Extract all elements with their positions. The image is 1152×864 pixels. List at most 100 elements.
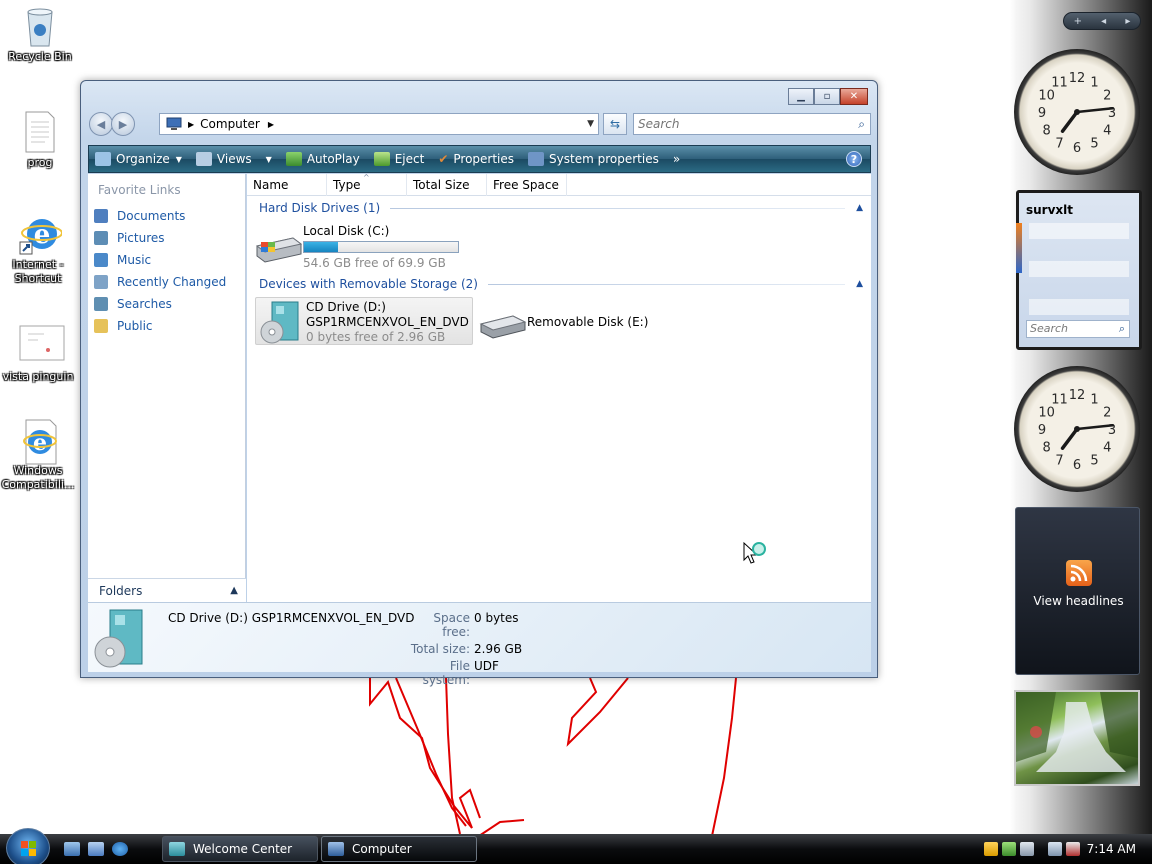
clock-numeral: 9 bbox=[1038, 106, 1046, 121]
clock-gadget[interactable]: 1 2 3 4 5 6 7 8 9 10 11 12 bbox=[1014, 366, 1140, 492]
nav-item-public[interactable]: Public bbox=[88, 315, 245, 337]
rss-feed-icon bbox=[1066, 560, 1092, 586]
taskbar-button-computer[interactable]: Computer bbox=[321, 836, 477, 862]
volume-muted-icon[interactable] bbox=[1066, 842, 1080, 856]
details-key: Space free: bbox=[433, 611, 470, 639]
feed-headlines-gadget[interactable]: View headlines bbox=[1015, 507, 1140, 675]
column-header-name[interactable]: Name bbox=[247, 174, 327, 196]
search-icon[interactable]: ⌕ bbox=[1119, 321, 1125, 337]
internet-explorer-icon: e bbox=[18, 418, 58, 465]
taskbar-button-welcome-center[interactable]: Welcome Center bbox=[162, 836, 318, 862]
clock-hour-hand bbox=[1060, 110, 1079, 133]
pictures-icon bbox=[94, 231, 108, 245]
minimize-button[interactable]: ▁ bbox=[788, 88, 814, 105]
welcome-center-icon bbox=[169, 842, 185, 856]
chevron-up-icon[interactable]: ▲ bbox=[856, 203, 863, 213]
desktop-icon-label: prog bbox=[27, 156, 53, 169]
more-commands-button[interactable]: » bbox=[673, 152, 680, 166]
clock-center-pin bbox=[1074, 426, 1080, 432]
show-desktop-icon[interactable] bbox=[64, 842, 80, 856]
system-properties-button[interactable]: System properties bbox=[528, 152, 659, 166]
add-gadget-button[interactable]: + bbox=[1074, 16, 1082, 27]
clock-time[interactable]: 7:14 AM bbox=[1087, 842, 1136, 856]
folders-label: Folders bbox=[99, 583, 143, 598]
drive-item-removable-disk-e[interactable]: Removable Disk (E:) bbox=[479, 306, 648, 346]
folders-toggle[interactable]: Folders ▲ bbox=[88, 578, 246, 602]
chevron-up-icon[interactable]: ▲ bbox=[856, 279, 863, 289]
search-input[interactable] bbox=[634, 114, 834, 134]
nav-item-recently-changed[interactable]: Recently Changed bbox=[88, 271, 245, 293]
desktop-icon-recycle-bin[interactable]: Recycle Bin bbox=[0, 4, 80, 64]
desktop-icon-windows-compatibility[interactable]: e Windows Compatibili... bbox=[0, 418, 78, 492]
group-header-hard-disk-drives[interactable]: Hard Disk Drives (1) ▲ bbox=[247, 198, 871, 218]
security-shield-icon[interactable] bbox=[984, 842, 998, 856]
busy-cursor-icon bbox=[743, 541, 766, 564]
notes-gadget[interactable]: survxlt Search ⌕ bbox=[1016, 190, 1142, 350]
display-icon[interactable] bbox=[1048, 842, 1062, 856]
nav-item-label: Music bbox=[117, 253, 152, 267]
notes-search-input[interactable]: Search ⌕ bbox=[1026, 320, 1130, 338]
document-icon bbox=[20, 110, 60, 154]
views-button[interactable]: Views ▼ bbox=[195, 152, 272, 166]
clock-numeral: 7 bbox=[1055, 453, 1063, 468]
removable-disk-icon bbox=[479, 306, 527, 346]
taskbar-button-label: Computer bbox=[352, 842, 412, 856]
network-icon[interactable] bbox=[1020, 842, 1034, 856]
help-button[interactable]: ? bbox=[846, 151, 862, 167]
internet-explorer-icon: e bbox=[18, 212, 63, 256]
switch-windows-icon[interactable] bbox=[88, 842, 104, 856]
clock-gadget[interactable]: 1 2 3 4 5 6 7 8 9 10 11 12 bbox=[1014, 49, 1140, 175]
back-button[interactable]: ◀ bbox=[89, 112, 113, 136]
windows-update-icon[interactable] bbox=[1002, 842, 1016, 856]
address-bar[interactable]: ▶ Computer ▶ ▼ bbox=[159, 113, 599, 135]
properties-button[interactable]: ✔ Properties bbox=[438, 152, 514, 166]
close-button[interactable]: ✕ bbox=[840, 88, 868, 105]
chevron-down-icon[interactable]: ▼ bbox=[587, 119, 594, 129]
drive-text: CD Drive (D:) GSP1RMCENXVOL_EN_DVD 0 byt… bbox=[306, 300, 469, 344]
previous-page-button[interactable]: ◂ bbox=[1101, 16, 1106, 27]
desktop-icon-vista-pinguin[interactable]: vista pinguin bbox=[0, 324, 78, 384]
forward-button[interactable]: ▶ bbox=[111, 112, 135, 136]
search-icon[interactable]: ⌕ bbox=[858, 117, 865, 132]
drive-item-cd-drive-d[interactable]: CD Drive (D:) GSP1RMCENXVOL_EN_DVD 0 byt… bbox=[255, 297, 473, 345]
checkmark-icon: ✔ bbox=[438, 152, 449, 166]
nav-item-pictures[interactable]: Pictures bbox=[88, 227, 245, 249]
sidebar-controls: + ◂ ▸ bbox=[1063, 12, 1141, 30]
clock-numeral: 11 bbox=[1051, 393, 1068, 408]
views-icon bbox=[195, 152, 212, 166]
red-scribble-drawing bbox=[369, 678, 737, 838]
drive-item-local-disk-c[interactable]: Local Disk (C:) 54.6 GB free of 69.9 GB bbox=[255, 224, 459, 271]
notes-title: survxlt bbox=[1026, 203, 1074, 217]
slideshow-gadget[interactable] bbox=[1014, 690, 1140, 786]
organize-button[interactable]: Organize ▼ bbox=[95, 152, 182, 166]
group-header-removable-storage[interactable]: Devices with Removable Storage (2) ▲ bbox=[247, 274, 871, 294]
desktop-icon-internet-shortcut[interactable]: e Internet - Shortcut bbox=[0, 212, 78, 286]
next-page-button[interactable]: ▸ bbox=[1125, 16, 1130, 27]
drive-text: Removable Disk (E:) bbox=[527, 306, 648, 346]
maximize-button[interactable]: ▫ bbox=[814, 88, 840, 105]
clock-numeral: 2 bbox=[1103, 406, 1111, 421]
internet-explorer-icon[interactable] bbox=[112, 842, 128, 856]
refresh-button[interactable]: ⇆ bbox=[603, 113, 627, 135]
notes-stripe bbox=[1029, 223, 1129, 239]
column-header-type[interactable]: Type ^ bbox=[327, 173, 407, 196]
nav-item-music[interactable]: Music bbox=[88, 249, 245, 271]
drive-volume-label: GSP1RMCENXVOL_EN_DVD bbox=[306, 315, 469, 329]
nav-item-searches[interactable]: Searches bbox=[88, 293, 245, 315]
view-headlines-link[interactable]: View headlines bbox=[1016, 594, 1141, 608]
recently-changed-icon bbox=[94, 275, 108, 289]
desktop-icon-prog[interactable]: prog bbox=[0, 110, 80, 170]
start-button[interactable] bbox=[6, 828, 50, 864]
nav-item-documents[interactable]: Documents bbox=[88, 205, 245, 227]
autoplay-button[interactable]: AutoPlay bbox=[285, 152, 360, 166]
properties-label: Properties bbox=[453, 152, 515, 166]
column-header-total-size[interactable]: Total Size bbox=[407, 174, 487, 196]
eject-button[interactable]: Eject bbox=[373, 152, 424, 166]
notes-search-placeholder: Search bbox=[1030, 322, 1069, 335]
breadcrumb-computer[interactable]: Computer bbox=[200, 117, 260, 131]
details-value: UDF bbox=[474, 659, 499, 673]
organize-icon bbox=[95, 152, 111, 166]
column-header-free-space[interactable]: Free Space bbox=[487, 174, 567, 196]
window-caption-buttons: ▁ ▫ ✕ bbox=[788, 88, 868, 105]
eject-icon bbox=[373, 152, 390, 166]
